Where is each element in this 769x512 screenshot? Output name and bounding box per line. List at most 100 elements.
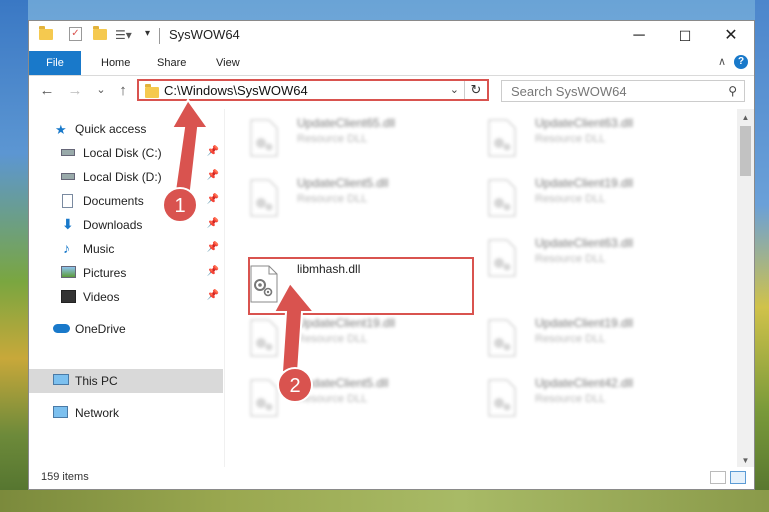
scrollbar-thumb[interactable]	[740, 126, 751, 176]
file-item[interactable]: UpdateClient19.dll Resource DLL	[463, 173, 683, 225]
navigation-bar: ← → ⌄ ↑ C:\Windows\SysWOW64 ⌄ ↻ Search S…	[29, 76, 754, 108]
sidebar-item-documents[interactable]: Documents 📌	[29, 189, 223, 213]
file-name: UpdateClient5.dll	[297, 376, 389, 390]
file-item[interactable]: UpdateClient5.dll Resource DLL	[225, 373, 445, 425]
pin-icon[interactable]: 📌	[207, 266, 219, 277]
file-type: Resource DLL	[535, 393, 606, 405]
tab-home[interactable]: Home	[89, 51, 142, 75]
dll-file-icon	[250, 319, 278, 357]
sidebar-item-pictures[interactable]: Pictures 📌	[29, 261, 223, 285]
tab-file[interactable]: File	[29, 51, 81, 75]
chevron-up-icon[interactable]: ∧	[718, 55, 726, 68]
address-dropdown-icon[interactable]: ⌄	[450, 83, 459, 96]
file-type: Resource DLL	[297, 133, 368, 145]
sidebar-item-label: Videos	[83, 290, 120, 304]
file-item[interactable]: UpdateClient19.dll Resource DLL	[225, 313, 445, 365]
quick-access-dropdown-icon[interactable]: ▾	[145, 28, 150, 39]
title-bar: ✓ ☰▾ ▾ SysWOW64 ─ ☐ ✕	[29, 21, 754, 51]
details-view-icon[interactable]	[710, 471, 726, 484]
file-item[interactable]: UpdateClient42.dll Resource DLL	[463, 373, 683, 425]
sidebar-item-label: Quick access	[75, 122, 147, 136]
sidebar-item-music[interactable]: ♪ Music 📌	[29, 237, 223, 261]
search-icon[interactable]: ⚲	[728, 84, 737, 98]
sidebar-item-videos[interactable]: Videos 📌	[29, 285, 223, 309]
back-arrow-icon[interactable]: ←	[37, 82, 57, 99]
file-type: Resource DLL	[535, 333, 606, 345]
download-icon: ⬇	[62, 216, 74, 232]
sidebar-item-local-disk-d[interactable]: Local Disk (D:) 📌	[29, 165, 223, 189]
sidebar-item-label: This PC	[75, 374, 118, 388]
sidebar-item-quick-access[interactable]: ★ Quick access	[29, 117, 223, 141]
pin-icon[interactable]: 📌	[207, 170, 219, 181]
desktop-wallpaper-left	[0, 0, 28, 512]
forward-arrow-icon[interactable]: →	[65, 82, 85, 99]
help-icon[interactable]: ?	[734, 55, 748, 69]
file-type: Resource DLL	[535, 253, 606, 265]
dll-file-icon	[488, 239, 516, 277]
maximize-button[interactable]: ☐	[662, 21, 708, 51]
minimize-button[interactable]: ─	[616, 21, 662, 51]
sidebar-item-downloads[interactable]: ⬇ Downloads 📌	[29, 213, 223, 237]
pictures-icon	[61, 266, 76, 278]
file-type: Resource DLL	[297, 333, 368, 345]
file-item[interactable]: UpdateClient65.dll Resource DLL	[225, 113, 445, 165]
pin-icon[interactable]: 📌	[207, 146, 219, 157]
dll-file-icon	[250, 379, 278, 417]
search-input[interactable]: Search SysWOW64	[511, 84, 627, 99]
ribbon-tabs: File Home Share View ∧ ?	[29, 51, 754, 76]
status-bar: 159 items	[29, 467, 754, 489]
drive-icon	[61, 173, 75, 180]
customize-toolbar-icon[interactable]: ☰▾	[115, 28, 132, 42]
sidebar-item-label: OneDrive	[75, 322, 126, 336]
scroll-up-icon[interactable]: ▲	[737, 109, 754, 126]
close-button[interactable]: ✕	[708, 21, 754, 51]
sidebar-item-onedrive[interactable]: OneDrive	[29, 317, 223, 341]
sidebar-item-network[interactable]: Network	[29, 401, 223, 425]
properties-icon[interactable]: ✓	[69, 27, 82, 41]
file-name: UpdateClient63.dll	[535, 116, 634, 130]
file-name: UpdateClient19.dll	[535, 176, 634, 190]
pin-icon[interactable]: 📌	[207, 290, 219, 301]
pin-icon[interactable]: 📌	[207, 242, 219, 253]
tiles-view-icon[interactable]	[730, 471, 746, 484]
file-type: Resource DLL	[535, 133, 606, 145]
desktop-wallpaper-bottom	[0, 490, 769, 512]
file-item[interactable]: UpdateClient63.dll Resource DLL	[463, 113, 683, 165]
desktop-wallpaper-right	[755, 0, 769, 512]
pin-icon[interactable]: 📌	[207, 194, 219, 205]
sidebar-item-label: Local Disk (D:)	[83, 170, 162, 184]
file-item[interactable]: UpdateClient19.dll Resource DLL	[463, 313, 683, 365]
file-highlight-box	[248, 257, 474, 315]
new-folder-icon[interactable]	[93, 26, 107, 40]
star-icon: ★	[55, 122, 67, 137]
up-arrow-icon[interactable]: ↑	[113, 82, 133, 99]
file-name: UpdateClient63.dll	[535, 236, 634, 250]
pin-icon[interactable]: 📌	[207, 218, 219, 229]
file-name: UpdateClient19.dll	[297, 316, 396, 330]
file-item[interactable]: UpdateClient63.dll Resource DLL	[463, 233, 683, 285]
music-icon: ♪	[63, 240, 70, 256]
dll-file-icon	[488, 319, 516, 357]
sidebar-item-local-disk-c[interactable]: Local Disk (C:) 📌	[29, 141, 223, 165]
document-icon	[62, 194, 73, 208]
refresh-icon[interactable]: ↻	[464, 81, 487, 99]
sidebar-item-label: Music	[83, 242, 115, 256]
address-bar[interactable]: C:\Windows\SysWOW64 ⌄ ↻	[137, 79, 489, 101]
search-box[interactable]: Search SysWOW64 ⚲	[501, 80, 745, 102]
address-path[interactable]: C:\Windows\SysWOW64	[164, 83, 308, 98]
sidebar-item-this-pc[interactable]: This PC	[29, 369, 223, 393]
file-name: UpdateClient65.dll	[297, 116, 396, 130]
tab-view[interactable]: View	[204, 51, 252, 75]
tab-share[interactable]: Share	[145, 51, 198, 75]
file-type: Resource DLL	[535, 193, 606, 205]
vertical-scrollbar[interactable]: ▲ ▼	[737, 109, 754, 469]
file-item[interactable]: UpdateClient5.dll Resource DLL	[225, 173, 445, 225]
dll-file-icon	[250, 179, 278, 217]
sidebar-item-label: Network	[75, 406, 120, 420]
item-count: 159 items	[41, 471, 89, 483]
sidebar-item-label: Documents	[83, 194, 144, 208]
navigation-pane: ★ Quick access Local Disk (C:) 📌 Local D…	[29, 109, 223, 469]
drive-icon	[61, 149, 75, 156]
recent-locations-icon[interactable]: ⌄	[91, 83, 111, 96]
file-type: Resource DLL	[297, 193, 368, 205]
